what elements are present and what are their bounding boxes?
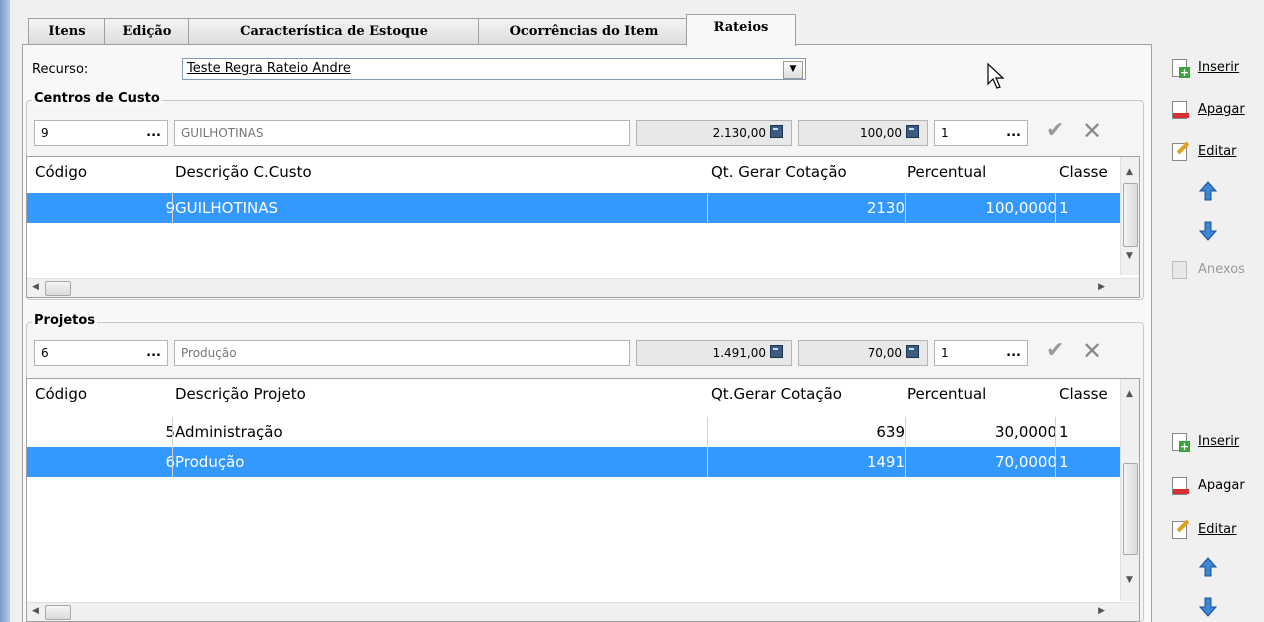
centros-grid: Código Descrição C.Custo Qt. Gerar Cotaç… [26,156,1140,298]
projeto-classe-field[interactable]: 1 ... [934,340,1028,366]
confirm-check-icon[interactable]: ✔ [1046,338,1064,364]
scroll-thumb[interactable] [1123,183,1138,247]
projeto-perc-value: 70,00 [867,346,902,360]
centro-desc-value: GUILHOTINAS [181,126,264,140]
cell-classe: 1 [1059,199,1069,217]
horizontal-scrollbar[interactable]: ◀ ▶ [27,278,1139,297]
vertical-scrollbar[interactable]: ▲ ▼ [1120,157,1139,275]
chevron-down-icon[interactable]: ▼ [783,61,803,79]
col-header-qt[interactable]: Qt. Gerar Cotação [711,157,847,187]
table-row[interactable]: 5 Administração 639 30,0000 1 [27,417,1121,447]
projeto-qt-value: 1.491,00 [712,346,766,360]
col-header-percentual[interactable]: Percentual [907,379,986,409]
add-document-icon: + [1172,59,1190,78]
cell-descricao: GUILHOTINAS [175,199,279,217]
mouse-cursor-icon [987,62,1005,89]
col-header-classe[interactable]: Classe [1059,157,1108,187]
cell-classe: 1 [1059,423,1069,441]
projeto-desc-field: Produção [174,340,630,366]
scroll-thumb[interactable] [45,605,71,620]
grid-header: Código Descrição C.Custo Qt. Gerar Cotaç… [27,157,1121,187]
tab-itens[interactable]: Itens [28,18,106,45]
centro-code-value: 9 [41,126,49,140]
cell-codigo: 9 [165,199,175,217]
cell-qt: 1491 [866,453,905,471]
projetos-title: Projetos [32,313,98,328]
tab-caracteristica-estoque[interactable]: Característica de Estoque [188,18,480,45]
tab-rateios[interactable]: Rateios [686,14,796,46]
projeto-classe-value: 1 [941,346,949,360]
calculator-icon[interactable] [906,345,919,358]
cell-codigo: 6 [165,453,175,471]
cell-percentual: 30,0000 [994,423,1057,441]
recurso-value: Teste Regra Rateio Andre [187,61,351,76]
add-document-icon: + [1172,433,1190,452]
cell-qt: 2130 [866,199,905,217]
lookup-dots-button[interactable]: ... [146,121,161,145]
projeto-desc-value: Produção [181,346,237,360]
recurso-select[interactable]: Teste Regra Rateio Andre ▼ [182,58,806,80]
col-header-percentual[interactable]: Percentual [907,157,986,187]
col-header-codigo[interactable]: Código [35,379,87,409]
arrow-up-icon[interactable] [1198,556,1218,580]
calculator-icon[interactable] [906,125,919,138]
table-row[interactable]: 6 Produção 1491 70,0000 1 [27,447,1121,477]
lookup-dots-button[interactable]: ... [1006,121,1021,145]
centros-custo-title: Centros de Custo [32,91,162,106]
vertical-scrollbar[interactable]: ▲ ▼ [1120,379,1139,601]
cell-qt: 639 [876,423,905,441]
tab-bar: Itens Edição Característica de Estoque O… [10,14,1150,46]
tab-edicao[interactable]: Edição [104,18,190,45]
centro-perc-field[interactable]: 100,00 [798,120,928,146]
calculator-icon[interactable] [770,345,783,358]
cell-percentual: 70,0000 [994,453,1057,471]
grid-header: Código Descrição Projeto Qt.Gerar Cotaçã… [27,379,1121,409]
projetos-grid: Código Descrição Projeto Qt.Gerar Cotaçã… [26,378,1140,622]
col-header-classe[interactable]: Classe [1059,379,1108,409]
recurso-label: Recurso: [32,62,89,77]
centro-classe-value: 1 [941,126,949,140]
centro-perc-value: 100,00 [860,126,902,140]
scroll-thumb[interactable] [1123,463,1138,555]
projeto-perc-field[interactable]: 70,00 [798,340,928,366]
attachment-document-icon [1172,261,1188,279]
tab-ocorrencias-item[interactable]: Ocorrências do Item [478,18,690,45]
col-header-descricao[interactable]: Descrição Projeto [175,379,306,409]
lookup-dots-button[interactable]: ... [146,341,161,365]
confirm-check-icon[interactable]: ✔ [1046,118,1064,144]
edit-pencil-icon [1172,519,1190,539]
arrow-down-icon[interactable] [1198,218,1218,242]
left-edge-stripe [0,0,10,622]
col-header-codigo[interactable]: Código [35,157,87,187]
centro-qt-field[interactable]: 2.130,00 [636,120,792,146]
cell-codigo: 5 [165,423,175,441]
cell-descricao: Produção [175,453,245,471]
cancel-x-icon[interactable]: ✕ [1082,118,1102,144]
edit-pencil-icon [1172,141,1190,161]
cancel-x-icon[interactable]: ✕ [1082,338,1102,364]
calculator-icon[interactable] [770,125,783,138]
lookup-dots-button[interactable]: ... [1006,341,1021,365]
projeto-code-field[interactable]: 6 ... [34,340,168,366]
scroll-thumb[interactable] [45,281,71,296]
arrow-up-icon[interactable] [1198,180,1218,204]
arrow-down-icon[interactable] [1198,594,1218,618]
cell-percentual: 100,0000 [985,199,1057,217]
projeto-qt-field[interactable]: 1.491,00 [636,340,792,366]
delete-document-icon [1172,101,1189,119]
projeto-code-value: 6 [41,346,49,360]
cell-classe: 1 [1059,453,1069,471]
horizontal-scrollbar[interactable]: ◀ ▶ [27,602,1139,621]
col-header-descricao[interactable]: Descrição C.Custo [175,157,312,187]
centro-qt-value: 2.130,00 [712,126,766,140]
centro-classe-field[interactable]: 1 ... [934,120,1028,146]
centro-code-field[interactable]: 9 ... [34,120,168,146]
cell-descricao: Administração [175,423,283,441]
col-header-qt[interactable]: Qt.Gerar Cotação [711,379,842,409]
centro-desc-field: GUILHOTINAS [174,120,630,146]
delete-document-icon [1172,477,1189,495]
table-row[interactable]: 9 GUILHOTINAS 2130 100,0000 1 [27,193,1121,223]
